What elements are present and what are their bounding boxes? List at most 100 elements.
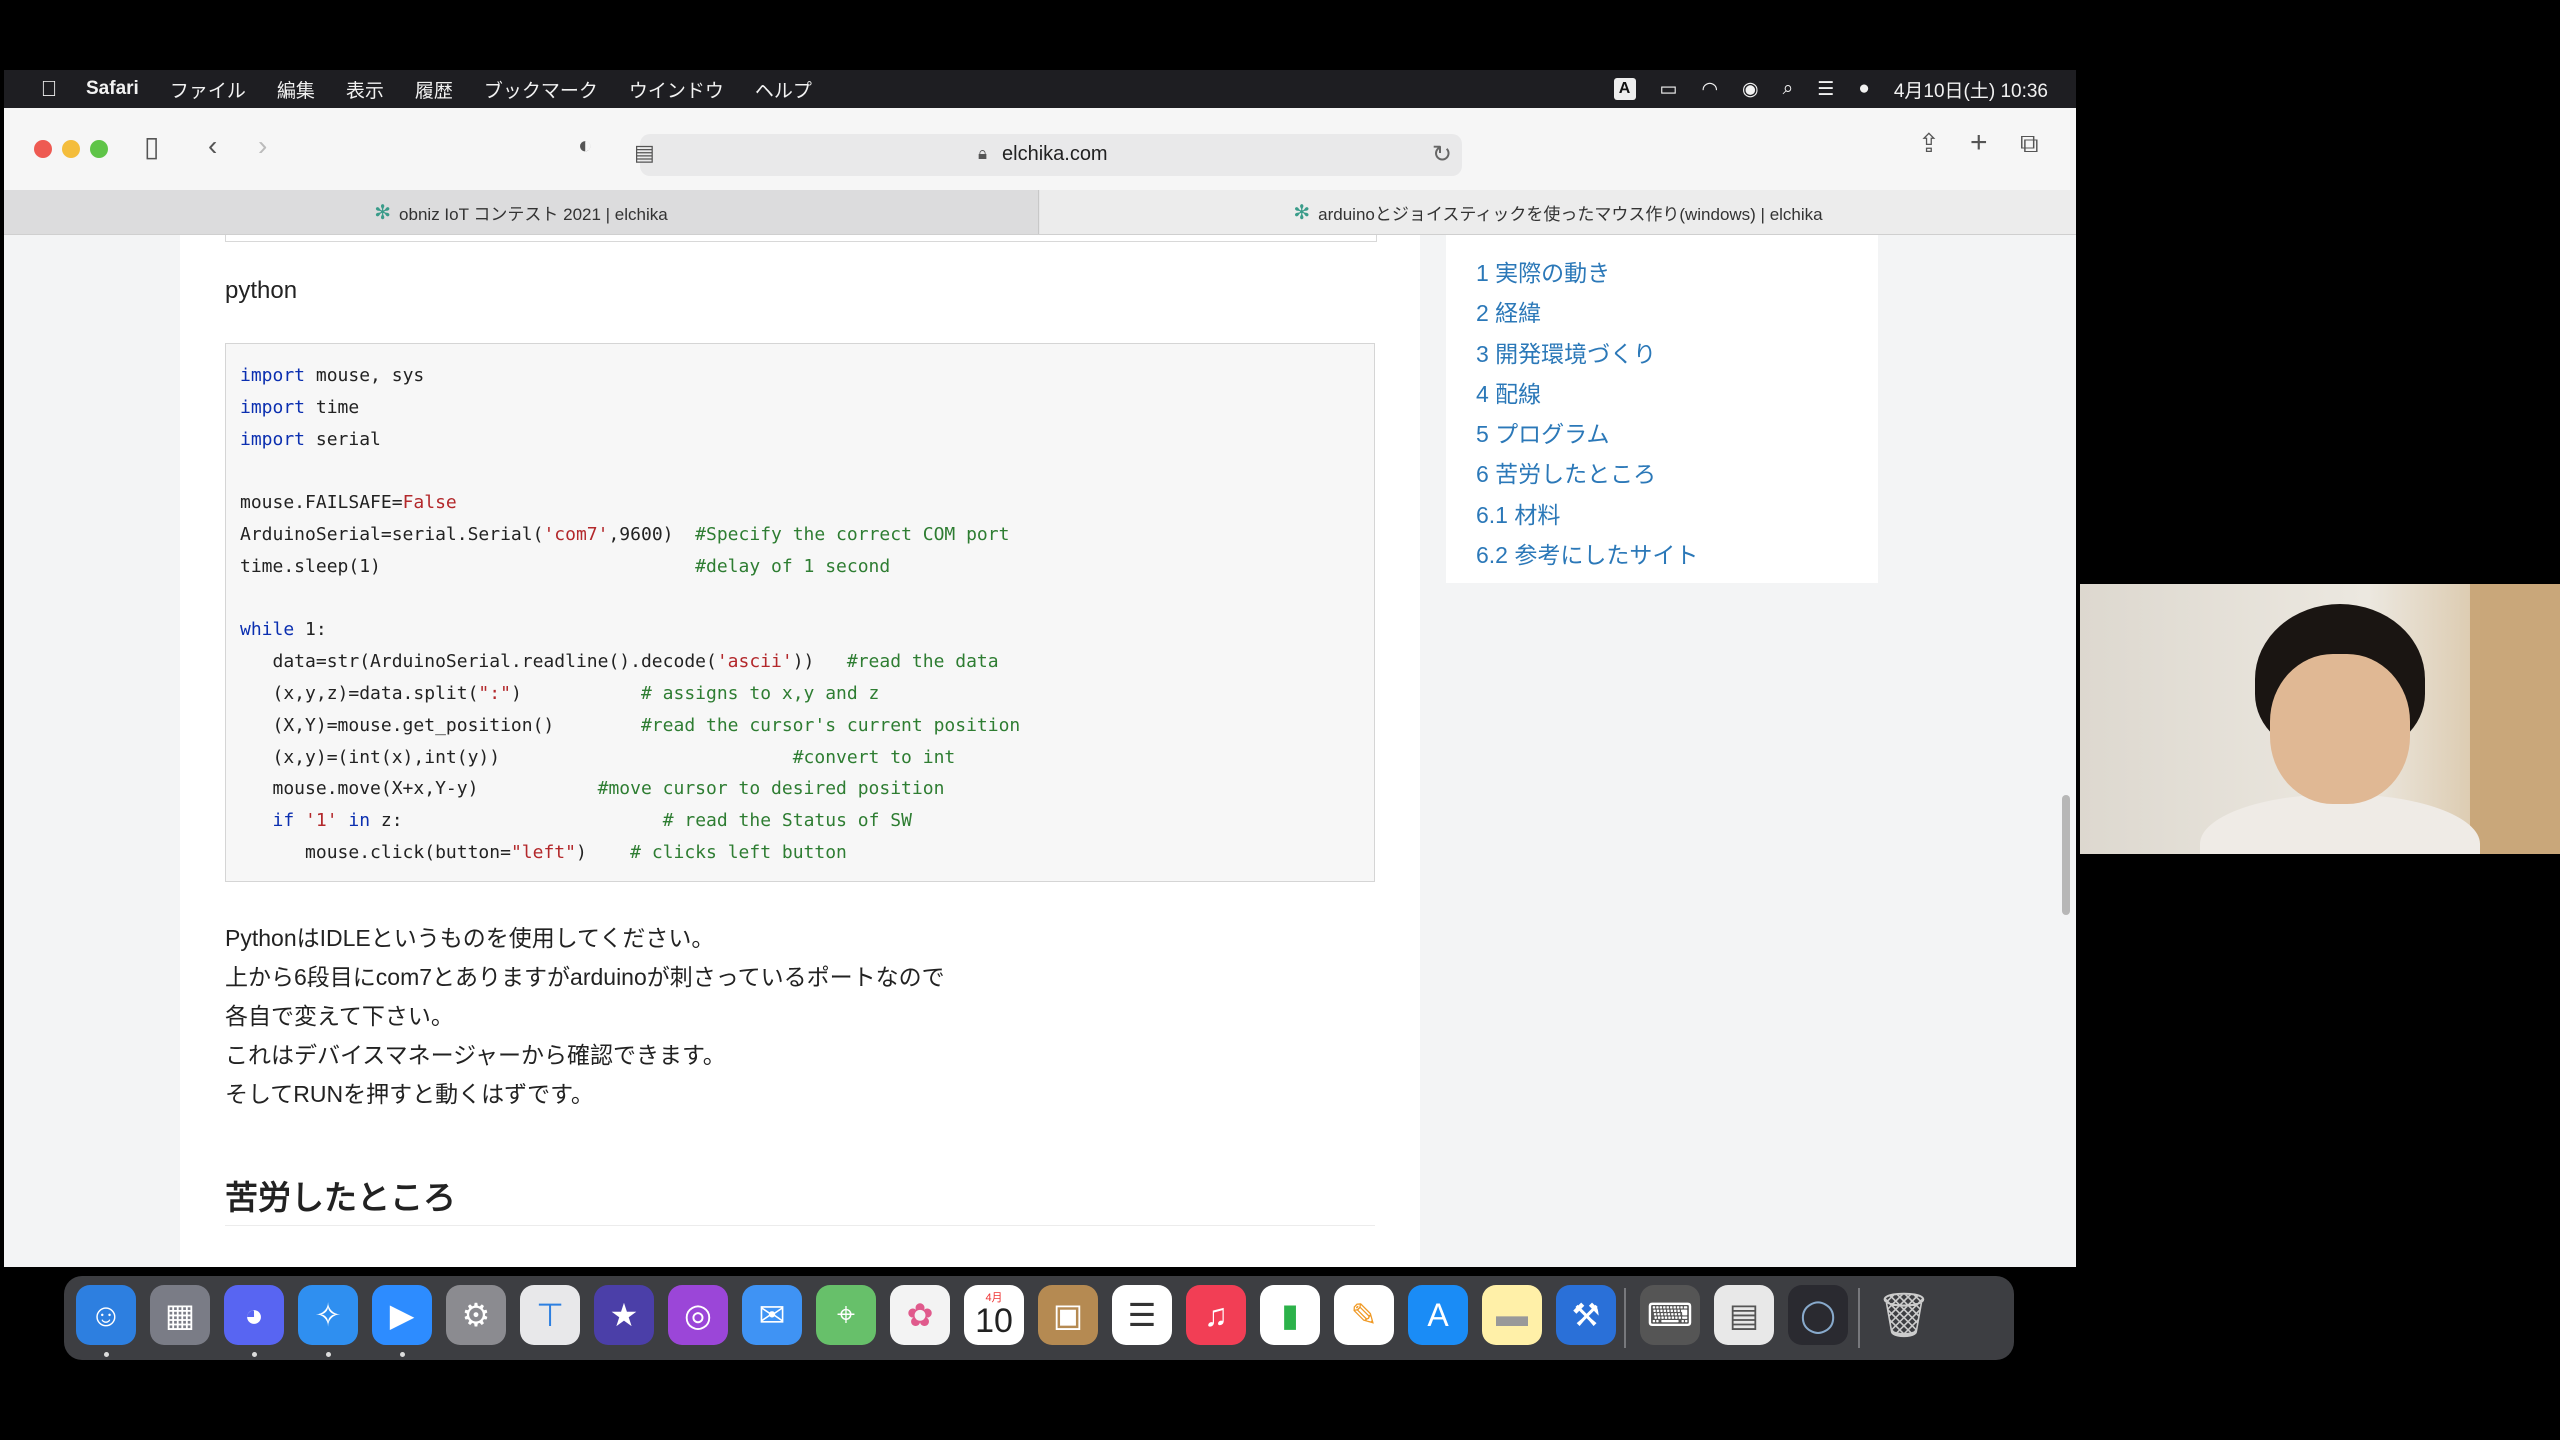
favicon-icon: ✻ — [374, 201, 392, 224]
tab-title: obniz IoT コンテスト 2021 | elchika — [399, 204, 668, 224]
control-center-icon[interactable]: ☰ — [1817, 78, 1834, 101]
menu-edit[interactable]: 編集 — [277, 76, 315, 103]
music-icon[interactable]: ♫ — [1186, 1285, 1246, 1345]
paragraph-line: これはデバイスマネージャーから確認できます。 — [225, 1042, 726, 1068]
podcasts-icon[interactable]: ◎ — [668, 1285, 728, 1345]
privacy-shield-icon[interactable]: ◐ — [578, 132, 593, 160]
wifi-icon[interactable]: ◠ — [1701, 78, 1718, 101]
toc-item[interactable]: 6.2 参考にしたサイト — [1476, 535, 1878, 575]
maps-icon[interactable]: ⌖ — [816, 1285, 876, 1345]
browser-toolbar: ▯ ‹ › ◐ ▤ 🔒︎ elchika.com ↻ ⇪ + ⧉ — [4, 108, 2076, 190]
notes-icon[interactable]: ▬ — [1482, 1285, 1542, 1345]
tab-overview-icon[interactable]: ⧉ — [2020, 128, 2039, 160]
trash-icon[interactable]: 🗑︎ — [1874, 1285, 1934, 1345]
toc-item[interactable]: 2 経緯 — [1476, 293, 1878, 333]
webcam-video — [2080, 584, 2560, 854]
webcam-person-face — [2270, 654, 2410, 804]
table-of-contents: 1 実際の動き 2 経緯 3 開発環境づくり 4 配線 5 プログラム 6 苦労… — [1446, 235, 1878, 583]
menu-bar:  Safari ファイル 編集 表示 履歴 ブックマーク ウインドウ ヘルプ … — [4, 70, 2076, 108]
contacts-icon[interactable]: ▣ — [1038, 1285, 1098, 1345]
dock: ☺ ▦ ◕ ✧ ▶ ⚙ ⊤ ★ ◎ ✉ ⌖ ✿ 4月 10 ▣ ☰ ♫ ▮ ✎ … — [64, 1276, 2014, 1360]
tab-obniz[interactable]: ✻ obniz IoT コンテスト 2021 | elchika — [4, 190, 1039, 234]
previous-code-box-edge — [225, 235, 1377, 242]
toc-item[interactable]: 3 開発環境づくり — [1476, 334, 1878, 374]
siri-icon[interactable]: ● — [1858, 78, 1869, 100]
zoom-window-button[interactable] — [90, 140, 108, 158]
launchpad-icon[interactable]: ▦ — [150, 1285, 210, 1345]
menu-window[interactable]: ウインドウ — [629, 76, 724, 103]
zoom-icon[interactable]: ▶ — [372, 1285, 432, 1345]
menu-view[interactable]: 表示 — [346, 76, 384, 103]
sidebar-icon[interactable]: ▯ — [144, 130, 159, 163]
mail-icon[interactable]: ✉ — [742, 1285, 802, 1345]
address-bar[interactable]: ▤ 🔒︎ elchika.com ↻ — [634, 134, 1462, 176]
running-indicator — [326, 1352, 331, 1357]
finder-icon[interactable]: ☺ — [76, 1285, 136, 1345]
pages-icon[interactable]: ✎ — [1334, 1285, 1394, 1345]
quicktime-icon[interactable]: ◯ — [1788, 1285, 1848, 1345]
code-section-label: python — [225, 277, 298, 304]
app-store-icon[interactable]: A — [1408, 1285, 1468, 1345]
article: python import mouse, sys import time imp… — [180, 235, 1420, 1267]
instructions-paragraph: PythonはIDLEというものを使用してください。 上から6段目にcom7とあ… — [225, 919, 945, 1114]
paragraph-line: 各自で変えて下さい。 — [225, 1003, 454, 1029]
menu-history[interactable]: 履歴 — [415, 76, 453, 103]
photos-icon[interactable]: ✿ — [890, 1285, 950, 1345]
spotlight-search-icon[interactable]: ⌕ — [1783, 78, 1794, 100]
tab-bar: ✻ obniz IoT コンテスト 2021 | elchika ✻ ardui… — [4, 190, 2076, 235]
forward-icon[interactable]: › — [258, 130, 267, 162]
apple-icon[interactable]:  — [34, 76, 64, 102]
reader-icon[interactable]: ▤ — [634, 140, 655, 166]
status-area: A ▭ ◠ ◉ ⌕ ☰ ● 4月10日(土) 10:36 — [1613, 70, 2048, 108]
dock-divider — [1624, 1288, 1626, 1348]
code-text[interactable]: import mouse, sys import time import ser… — [226, 344, 1374, 869]
tab-arduino[interactable]: ✻ arduinoとジョイスティックを使ったマウス作り(windows) | e… — [1040, 190, 2076, 234]
code-block[interactable]: import mouse, sys import time import ser… — [225, 343, 1375, 882]
imovie-icon[interactable]: ★ — [594, 1285, 654, 1345]
favicon-icon: ✻ — [1293, 201, 1311, 224]
keynote-icon[interactable]: ⊤ — [520, 1285, 580, 1345]
lock-icon: 🔒︎ — [978, 144, 988, 163]
system-preferences-icon[interactable]: ⚙ — [446, 1285, 506, 1345]
input-source-icon[interactable]: A — [1613, 78, 1636, 100]
calendar-icon[interactable]: 4月 10 — [964, 1285, 1024, 1345]
tab-title: arduinoとジョイスティックを使ったマウス作り(windows) | elc… — [1318, 204, 1823, 224]
safari-icon[interactable]: ✧ — [298, 1285, 358, 1345]
url-text[interactable]: elchika.com — [1002, 143, 1108, 166]
menu-help[interactable]: ヘルプ — [755, 76, 812, 103]
toc-item[interactable]: 5 プログラム — [1476, 414, 1878, 454]
toc-item[interactable]: 1 実際の動き — [1476, 253, 1878, 293]
menu-bookmarks[interactable]: ブックマーク — [484, 76, 598, 103]
divider — [225, 1225, 1375, 1226]
close-window-button[interactable] — [34, 140, 52, 158]
new-tab-icon[interactable]: + — [1970, 126, 1988, 160]
paragraph-line: そしてRUNを押すと動くはずです。 — [225, 1081, 594, 1107]
back-icon[interactable]: ‹ — [208, 130, 217, 162]
running-indicator — [104, 1352, 109, 1357]
toc-item[interactable]: 4 配線 — [1476, 374, 1878, 414]
discord-icon[interactable]: ◕ — [224, 1285, 284, 1345]
menubar-clock[interactable]: 4月10日(土) 10:36 — [1894, 76, 2048, 103]
webcam-door — [2470, 584, 2560, 854]
reload-icon[interactable]: ↻ — [1432, 140, 1452, 169]
running-indicator — [400, 1352, 405, 1357]
page-scrollbar[interactable] — [2062, 795, 2070, 915]
preview-icon[interactable]: ▤ — [1714, 1285, 1774, 1345]
minimize-window-button[interactable] — [62, 140, 80, 158]
dock-divider — [1858, 1288, 1860, 1348]
section-heading: 苦労したところ — [225, 1179, 456, 1216]
running-indicator — [252, 1352, 257, 1357]
calendar-day: 10 — [975, 1301, 1013, 1340]
toc-item[interactable]: 6 苦労したところ — [1476, 454, 1878, 494]
menu-app-name[interactable]: Safari — [86, 78, 139, 100]
reminders-icon[interactable]: ☰ — [1112, 1285, 1172, 1345]
menu-file[interactable]: ファイル — [170, 76, 246, 103]
xcode-icon[interactable]: ⚒ — [1556, 1285, 1616, 1345]
numbers-icon[interactable]: ▮ — [1260, 1285, 1320, 1345]
user-icon[interactable]: ◉ — [1742, 78, 1759, 101]
utility-icon[interactable]: ⌨ — [1640, 1285, 1700, 1345]
battery-icon[interactable]: ▭ — [1660, 78, 1678, 101]
share-icon[interactable]: ⇪ — [1918, 128, 1940, 159]
toc-item[interactable]: 6.1 材料 — [1476, 495, 1878, 535]
paragraph-line: PythonはIDLEというものを使用してください。 — [225, 925, 715, 951]
